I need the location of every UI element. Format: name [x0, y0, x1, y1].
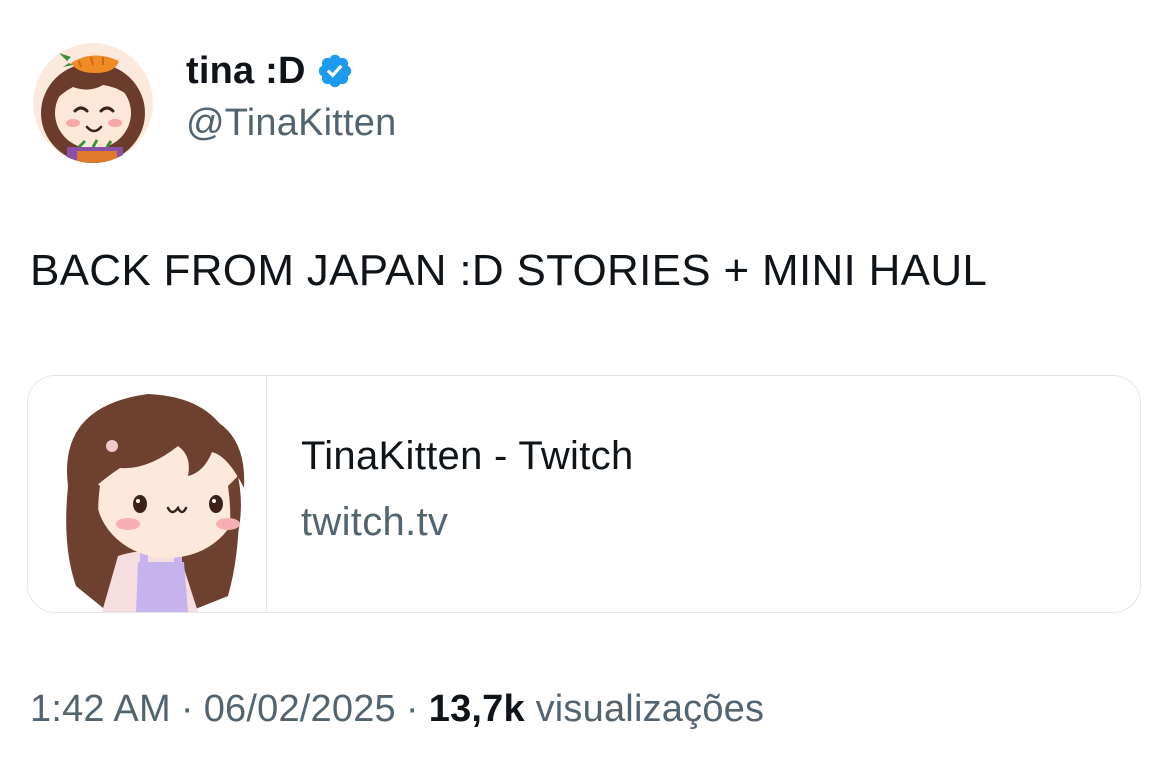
- tweet-date[interactable]: 06/02/2025: [204, 688, 396, 730]
- verified-badge-icon: [316, 52, 354, 90]
- cartoon-girl-avatar-icon: [33, 43, 153, 163]
- cartoon-girl-thumbnail-icon: [28, 376, 266, 612]
- views-label: visualizações: [535, 688, 765, 730]
- display-name[interactable]: tina :D: [186, 50, 306, 93]
- link-preview-card[interactable]: TinaKitten - Twitch twitch.tv: [27, 375, 1141, 613]
- meta-separator: ·: [180, 688, 194, 730]
- link-preview-title[interactable]: TinaKitten - Twitch: [301, 434, 634, 479]
- tweet-time[interactable]: 1:42 AM: [30, 688, 171, 730]
- author-name-row[interactable]: tina :D: [186, 46, 354, 96]
- avatar[interactable]: [33, 43, 153, 163]
- meta-separator: ·: [405, 688, 419, 730]
- tweet-text: BACK FROM JAPAN :D STORIES + MINI HAUL: [30, 246, 988, 295]
- views-count: 13,7k: [428, 688, 525, 730]
- link-preview-domain: twitch.tv: [301, 500, 449, 544]
- link-preview-thumbnail[interactable]: [28, 376, 267, 612]
- tweet-meta: 1:42 AM · 06/02/2025 · 13,7k visualizações: [30, 688, 764, 731]
- author-handle[interactable]: @TinaKitten: [186, 102, 396, 145]
